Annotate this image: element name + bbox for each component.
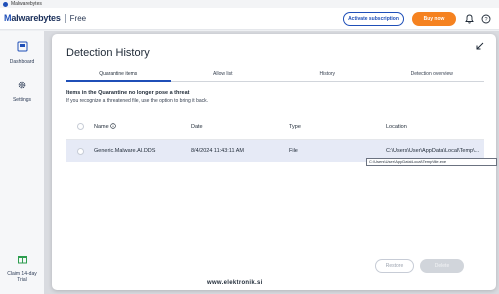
sidebar: Dashboard Settings Claim 14-day Trial (0, 31, 44, 294)
info-icon (110, 123, 116, 130)
sidebar-item-label: Settings (12, 97, 32, 103)
row-date: 8/4/2024 11:43:11 AM (191, 148, 245, 154)
tab-quarantine-items[interactable]: Quarantine items (66, 70, 171, 82)
row-name: Generic.Malware.AI.DDS (94, 148, 156, 154)
activate-subscription-button[interactable]: Activate subscription (343, 12, 404, 26)
quarantine-table: Name Date Type Location Generic.Malware.… (66, 114, 484, 162)
svg-text:?: ? (484, 17, 487, 23)
column-header-date[interactable]: Date (191, 124, 289, 130)
row-select-cell (66, 147, 94, 155)
dialog-tabs: Quarantine items Allow list History Dete… (66, 70, 484, 82)
watermark: www.elektronik.si (207, 280, 263, 286)
row-location: C:\Users\User\AppData\Local\Temp\... (386, 148, 480, 154)
location-tooltip: C:\Users\User\AppData\Local\Temp\file.ex… (366, 158, 497, 166)
gear-icon (17, 77, 27, 95)
sidebar-item-settings[interactable]: Settings (0, 77, 44, 103)
dashboard-icon (17, 39, 28, 57)
bell-icon[interactable] (463, 13, 475, 25)
window-title: Malwarebytes (11, 1, 42, 7)
row-type: File (289, 148, 298, 154)
section-heading: Items in the Quarantine no longer pose a… (66, 90, 190, 96)
select-all-checkbox[interactable] (76, 123, 84, 130)
collapse-icon[interactable] (475, 38, 484, 50)
sidebar-item-trial[interactable]: Claim 14-day Trial (0, 251, 44, 283)
sidebar-item-dashboard[interactable]: Dashboard (0, 39, 44, 65)
logo-text: Malwarebytes (4, 13, 61, 23)
window-titlebar: Malwarebytes (0, 0, 499, 8)
help-icon[interactable]: ? (480, 13, 492, 25)
gift-icon (17, 251, 28, 269)
section-subtext: If you recognize a threatened file, use … (66, 98, 209, 104)
column-header-name[interactable]: Name (94, 123, 191, 130)
buy-now-button[interactable]: Buy now (412, 12, 456, 26)
app-header: Malwarebytes Free Activate subscription … (0, 8, 499, 30)
dialog-title: Detection History (66, 47, 150, 59)
column-header-type[interactable]: Type (289, 124, 386, 130)
column-label-name: Name (94, 124, 109, 130)
column-header-location[interactable]: Location (386, 124, 484, 130)
tab-allow-list[interactable]: Allow list (171, 70, 276, 81)
row-checkbox[interactable] (76, 147, 84, 155)
brand-logo: Malwarebytes Free (4, 13, 86, 23)
tab-detection-overview[interactable]: Detection overview (380, 70, 485, 81)
restore-button[interactable]: Restore (375, 259, 414, 273)
brand-separator (64, 13, 66, 23)
tab-history[interactable]: History (275, 70, 380, 81)
app-icon (3, 1, 8, 7)
sidebar-item-label: Claim 14-day Trial (7, 271, 37, 283)
table-header: Name Date Type Location (66, 114, 484, 140)
delete-button[interactable]: Delete (420, 259, 464, 273)
edition-label: Free (69, 13, 87, 23)
select-all-cell (66, 123, 94, 130)
sidebar-item-label: Dashboard (9, 59, 35, 65)
